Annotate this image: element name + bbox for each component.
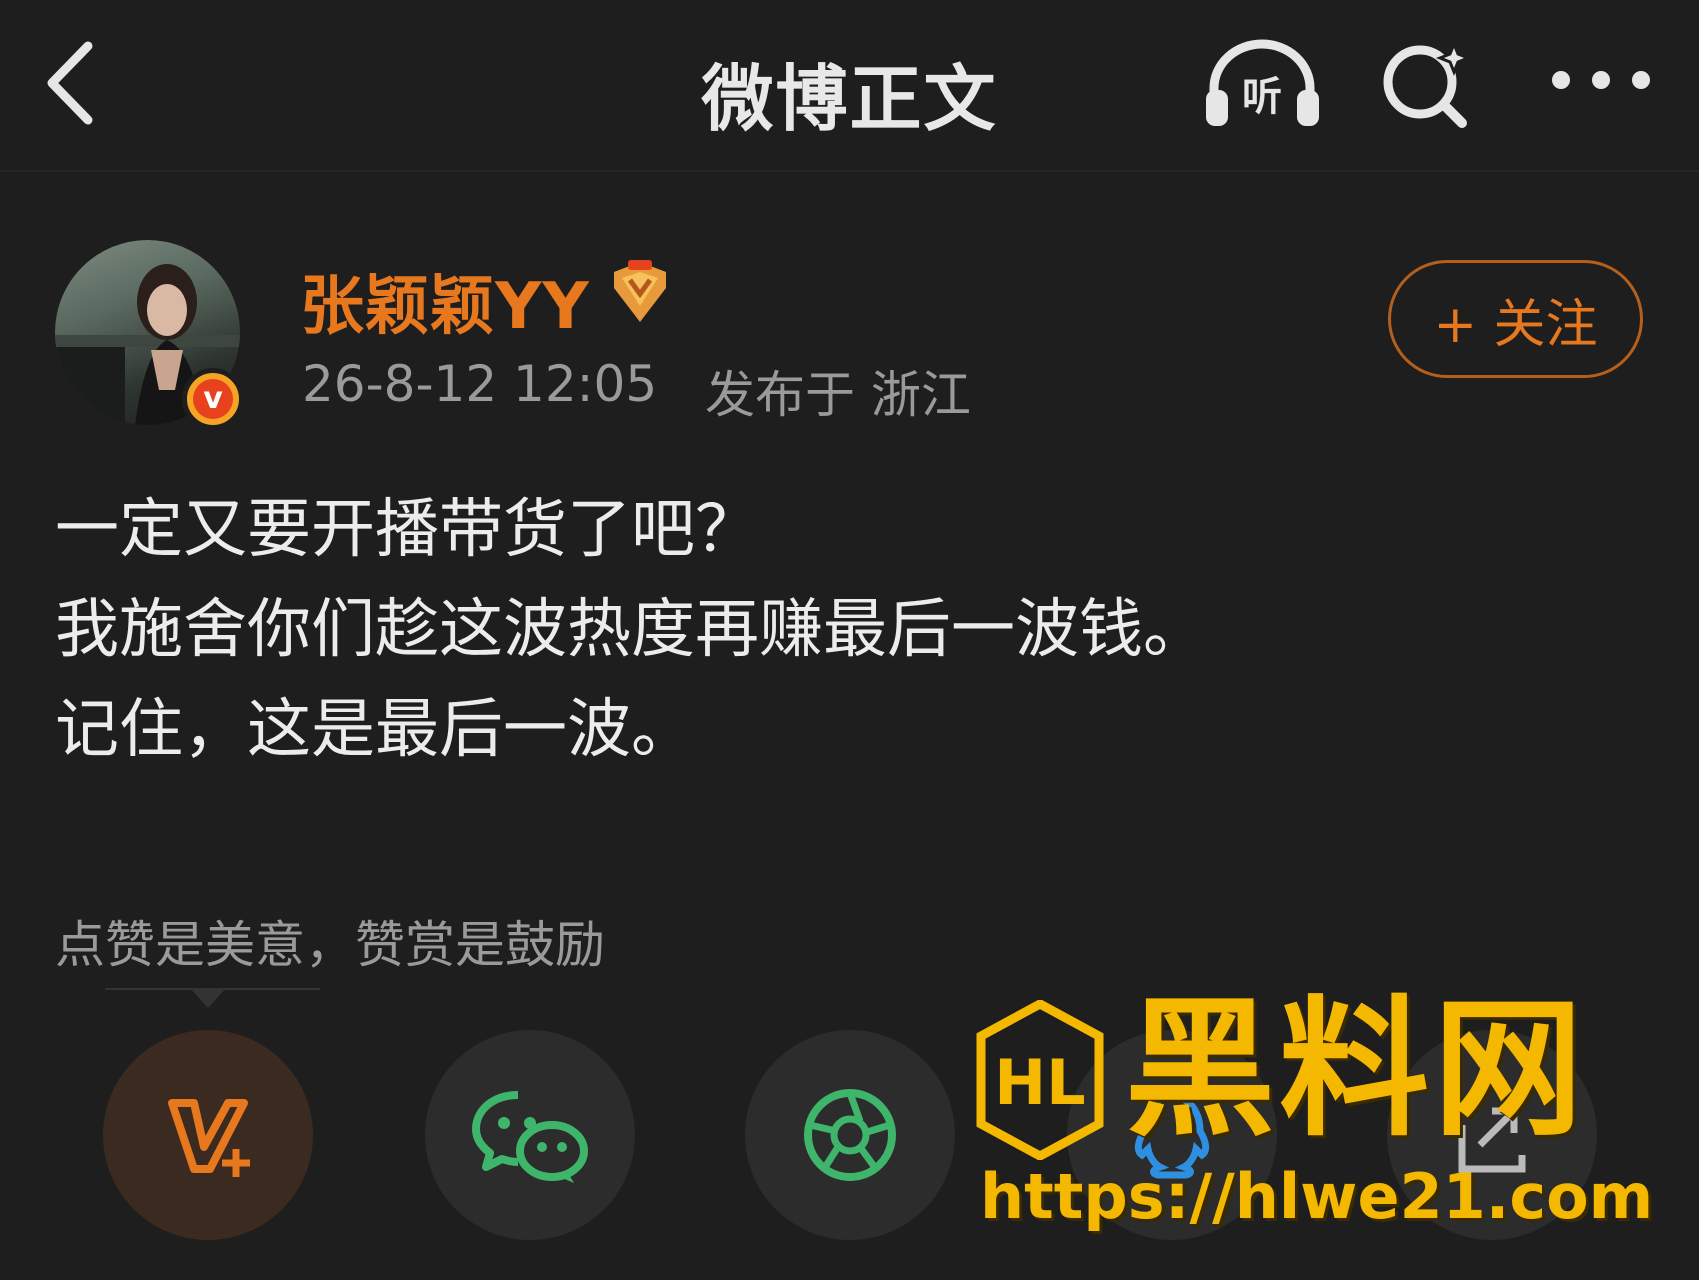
- verified-badge: v: [182, 368, 244, 430]
- hint-pointer: [190, 988, 226, 1008]
- watermark-logo: HL: [976, 1000, 1104, 1160]
- search-icon[interactable]: [1378, 38, 1478, 128]
- moments-icon: [804, 1089, 896, 1181]
- author-name[interactable]: 张颖颖YY: [300, 255, 590, 347]
- post-content: 一定又要开播带货了吧？ 我施舍你们趁这波热度再赚最后一波钱。 记住，这是最后一波…: [55, 480, 1207, 780]
- listen-icon[interactable]: 听: [1200, 38, 1325, 128]
- wechat-icon: [472, 1091, 588, 1183]
- post-line: 一定又要开播带货了吧？: [55, 493, 759, 567]
- follow-button[interactable]: + 关注: [1388, 260, 1643, 378]
- verified-v-icon: v: [193, 379, 233, 419]
- watermark-url: https://hlwe21.com: [980, 1160, 1654, 1233]
- rank-icon[interactable]: [608, 258, 672, 326]
- top-bar: 微博正文 听: [0, 0, 1699, 172]
- share-vplus-button[interactable]: [103, 1030, 313, 1240]
- watermark-title: 黑料网: [1125, 983, 1588, 1157]
- share-wechat-button[interactable]: [425, 1030, 635, 1240]
- reward-hint: 点赞是美意，赞赏是鼓励: [55, 916, 605, 974]
- listen-label: 听: [1242, 74, 1282, 120]
- post-location: 发布于 浙江: [705, 366, 971, 424]
- post-line: 我施舍你们趁这波热度再赚最后一波钱。: [55, 593, 1207, 667]
- more-icon[interactable]: [1545, 55, 1665, 105]
- share-moments-button[interactable]: [745, 1030, 955, 1240]
- post-line: 记住，这是最后一波。: [55, 693, 695, 767]
- post-time: 26-8-12 12:05: [302, 355, 658, 413]
- vplus-icon: [168, 1099, 250, 1177]
- watermark-logo-text: HL: [994, 1046, 1085, 1119]
